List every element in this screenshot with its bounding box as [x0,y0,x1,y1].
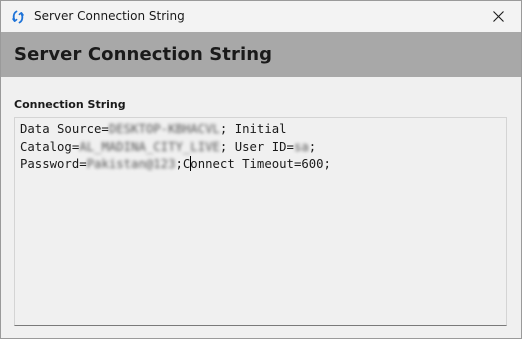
dialog-window: Server Connection String Server Connecti… [0,0,522,339]
data-source-key: Data Source= [20,122,109,136]
password-value: Pakistan@123 [86,157,176,171]
catalog-key: Catalog= [20,139,80,154]
user-id-key: ; User ID= [219,139,294,154]
password-key: Password= [20,157,87,171]
data-source-value: DESKTOP-KBHACVL [108,122,220,136]
connection-string-label: Connection String [14,98,126,111]
header-banner: Server Connection String [1,32,521,77]
password-semicolon: ; [175,157,183,171]
header-title: Server Connection String [14,44,273,65]
user-id-value: sa [293,139,309,154]
title-bar[interactable]: Server Connection String [1,1,521,32]
close-button[interactable] [475,1,521,32]
close-icon[interactable] [492,7,504,26]
initial-text: ; Initial [219,122,287,136]
window-title: Server Connection String [34,9,185,23]
catalog-value: AL_MADINA_CITY_LIVE [79,139,220,154]
line2-end: ; [308,139,317,154]
connection-string-textarea[interactable]: Data Source=DESKTOP-KBHACVL; Initial Cat… [14,117,507,326]
sync-arrows-icon [11,9,25,24]
connect-timeout-rest: onnect Timeout=600; [190,157,331,171]
connection-string-text[interactable]: Data Source=DESKTOP-KBHACVL; Initial Cat… [20,121,331,174]
